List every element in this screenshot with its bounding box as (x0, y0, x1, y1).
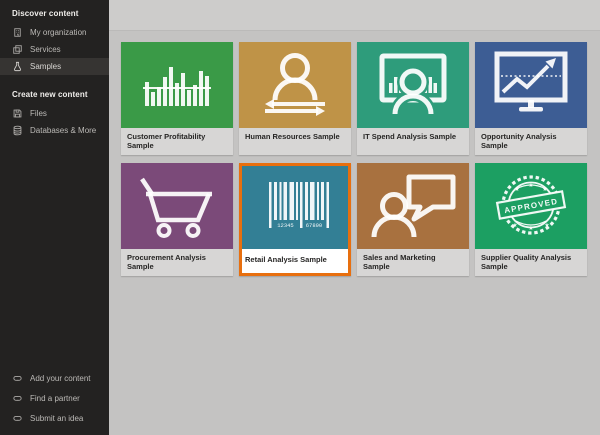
tile-customer-profitability-sample[interactable]: Customer Profitability Sample (121, 42, 233, 155)
sidebar-footer: Add your content Find a partner Submit a… (0, 368, 109, 428)
tile-supplier-quality-analysis-sample[interactable]: ★★★ ★★★ APPROVED Supplier Quality Analys… (475, 163, 587, 276)
tile-label: Supplier Quality Analysis Sample (475, 249, 587, 276)
bar-chart-icon (121, 42, 233, 128)
tile-image (121, 42, 233, 128)
svg-text:★: ★ (512, 222, 517, 229)
sidebar-item-label: Databases & More (30, 126, 96, 135)
sidebar-item-samples[interactable]: Samples (0, 58, 109, 75)
svg-text:★: ★ (514, 186, 519, 193)
sidebar-item-submit-an-idea[interactable]: Submit an idea (0, 408, 109, 428)
person-arrows-icon (239, 42, 351, 128)
tile-label: Retail Analysis Sample (239, 249, 351, 276)
sidebar-item-find-a-partner[interactable]: Find a partner (0, 388, 109, 408)
tile-procurement-analysis-sample[interactable]: Procurement Analysis Sample (121, 163, 233, 276)
database-icon (12, 125, 23, 136)
tile-image (475, 42, 587, 128)
samples-icon (12, 61, 23, 72)
sidebar-section-discover: Discover content My organization Service… (0, 0, 109, 75)
tile-human-resources-sample[interactable]: Human Resources Sample (239, 42, 351, 155)
sidebar: Discover content My organization Service… (0, 0, 109, 435)
monitor-person-icon (357, 42, 469, 128)
person-speech-bubble-icon (357, 163, 469, 249)
tile-label: IT Spend Analysis Sample (357, 128, 469, 155)
main-content: Customer Profitability Sample Human Reso… (109, 0, 600, 435)
tile-image: ★★★ ★★★ APPROVED (475, 163, 587, 249)
tile-label: Procurement Analysis Sample (121, 249, 233, 276)
tile-label: Opportunity Analysis Sample (475, 128, 587, 155)
tile-retail-analysis-sample[interactable]: 12345 67890 Retail Analysis Sample (239, 163, 351, 276)
organization-icon (12, 27, 23, 38)
sidebar-item-label: Submit an idea (30, 414, 83, 423)
link-icon (12, 413, 23, 424)
sample-tiles-grid: Customer Profitability Sample Human Reso… (109, 31, 600, 276)
svg-text:★: ★ (528, 182, 533, 189)
sidebar-section-create: Create new content Files Databases & Mor… (0, 75, 109, 139)
barcode-digits-right: 67890 (306, 222, 323, 229)
svg-text:★: ★ (544, 222, 549, 229)
sidebar-item-label: Add your content (30, 374, 90, 383)
services-icon (12, 44, 23, 55)
barcode-icon: 12345 67890 (239, 163, 351, 249)
main-header (109, 0, 600, 31)
sidebar-section-header: Create new content (0, 80, 109, 105)
sidebar-section-header: Discover content (0, 5, 109, 24)
sidebar-item-label: My organization (30, 28, 86, 37)
sidebar-item-my-organization[interactable]: My organization (0, 24, 109, 41)
tile-opportunity-analysis-sample[interactable]: Opportunity Analysis Sample (475, 42, 587, 155)
tile-label: Human Resources Sample (239, 128, 351, 155)
tile-image (357, 163, 469, 249)
sidebar-item-files[interactable]: Files (0, 105, 109, 122)
sidebar-item-label: Files (30, 109, 47, 118)
tile-it-spend-analysis-sample[interactable]: IT Spend Analysis Sample (357, 42, 469, 155)
tile-sales-and-marketing-sample[interactable]: Sales and Marketing Sample (357, 163, 469, 276)
svg-text:★: ★ (542, 186, 547, 193)
tile-image (239, 42, 351, 128)
sidebar-item-add-your-content[interactable]: Add your content (0, 368, 109, 388)
sidebar-item-label: Find a partner (30, 394, 80, 403)
files-icon (12, 108, 23, 119)
link-icon (12, 373, 23, 384)
sidebar-item-services[interactable]: Services (0, 41, 109, 58)
tile-image: 12345 67890 (239, 163, 351, 249)
tile-label: Customer Profitability Sample (121, 128, 233, 155)
tile-image (357, 42, 469, 128)
approved-stamp-icon: ★★★ ★★★ APPROVED (475, 163, 587, 249)
tile-label: Sales and Marketing Sample (357, 249, 469, 276)
tile-image (121, 163, 233, 249)
monitor-trend-icon (475, 42, 587, 128)
sidebar-item-label: Services (30, 45, 61, 54)
sidebar-item-label: Samples (30, 62, 61, 71)
app-window: Discover content My organization Service… (0, 0, 600, 435)
link-icon (12, 393, 23, 404)
sidebar-item-databases-more[interactable]: Databases & More (0, 122, 109, 139)
barcode-digits-left: 12345 (277, 222, 294, 229)
svg-text:★: ★ (528, 225, 533, 232)
shopping-cart-icon (121, 163, 233, 249)
